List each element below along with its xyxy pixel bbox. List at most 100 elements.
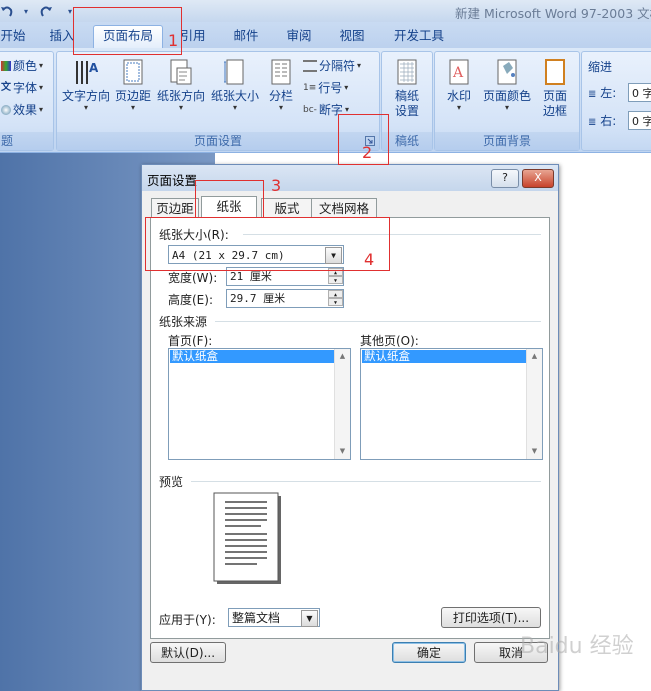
annotation-box-1 — [73, 7, 182, 55]
dropdown-icon[interactable]: ▾ — [18, 3, 34, 19]
paper-size-button[interactable]: 纸张大小 ▾ — [209, 58, 261, 112]
colors-icon — [1, 61, 11, 71]
quick-access-toolbar: ▾ ▾ — [0, 2, 78, 20]
divider — [191, 481, 541, 482]
tab-review[interactable]: 审阅 — [281, 26, 317, 48]
theme-colors-button[interactable]: 颜色 ▾ — [1, 56, 43, 76]
tab-margins[interactable]: 页边距 — [151, 198, 199, 218]
indent-left-icon: ≣ — [588, 89, 597, 100]
annotation-box-3 — [195, 180, 264, 218]
margins-icon — [123, 59, 143, 85]
page-color-icon — [497, 59, 517, 85]
orientation-button[interactable]: 纸张方向 ▾ — [155, 58, 207, 112]
theme-fonts-button[interactable]: 文 字体 ▾ — [1, 78, 43, 98]
width-label: 宽度(W): — [168, 271, 218, 285]
page-setup-group: A 文字方向 ▾ 页边距 ▾ 纸张方向 ▾ 纸张大小 ▾ 分栏 ▾ 分隔符▾ — [56, 51, 380, 151]
height-label: 高度(E): — [168, 293, 213, 307]
ok-button[interactable]: 确定 — [392, 642, 466, 663]
height-spinner[interactable]: ▲ ▼ — [328, 290, 343, 307]
orientation-icon — [170, 59, 192, 85]
help-button[interactable]: ? — [491, 169, 519, 188]
theme-effects-button[interactable]: 效果 ▾ — [1, 100, 43, 120]
tab-developer[interactable]: 开发工具 — [388, 26, 450, 48]
tab-view[interactable]: 视图 — [334, 26, 370, 48]
annotation-number-1: 1 — [168, 31, 179, 50]
redo-icon[interactable] — [38, 3, 54, 19]
manuscript-icon — [397, 59, 417, 85]
margins-button[interactable]: 页边距 ▾ — [113, 58, 153, 112]
apply-to-label: 应用于(Y): — [159, 613, 216, 627]
chevron-down-icon[interactable]: ▼ — [301, 610, 318, 627]
annotation-number-4: 4 — [364, 250, 375, 269]
line-numbers-icon: 1≡ — [303, 83, 317, 93]
first-page-label: 首页(F): — [168, 334, 213, 348]
effects-icon — [1, 105, 11, 115]
paper-tab-panel: 纸张大小(R): A4 (21 x 29.7 cm) ▼ 宽度(W): 21 厘… — [150, 217, 550, 639]
text-direction-button[interactable]: A 文字方向 ▾ — [60, 58, 112, 112]
tab-mailings[interactable]: 邮件 — [228, 26, 264, 48]
indent-label: 缩进 — [588, 60, 613, 74]
group-label: 页面背景 — [435, 132, 579, 150]
manuscript-settings-button[interactable]: 稿纸 设置 — [385, 58, 429, 119]
annotation-box-4 — [145, 217, 390, 271]
window-title: 新建 Microsoft Word 97-2003 文档 — [455, 6, 651, 21]
close-icon: X — [534, 171, 542, 184]
other-pages-list[interactable]: 默认纸盒 ▲ ▼ — [360, 348, 543, 460]
indent-right-icon: ≣ — [588, 117, 597, 128]
group-label: 稿纸 — [382, 132, 432, 150]
text-direction-icon: A — [76, 61, 99, 84]
annotation-number-2: 2 — [362, 143, 373, 162]
divider — [215, 321, 541, 322]
indent-right-label: ≣ 右: — [588, 114, 617, 128]
default-button[interactable]: 默认(D)... — [150, 642, 226, 663]
tab-layout[interactable]: 版式 — [261, 198, 313, 218]
paper-size-icon — [224, 59, 244, 85]
hyphenation-icon: bc- — [303, 105, 317, 115]
list-item[interactable]: 默认纸盒 — [362, 350, 526, 363]
apply-to-select[interactable]: 整篇文档 ▼ — [228, 608, 320, 627]
watermark: Baidu 经验 — [520, 634, 634, 659]
svg-text:A: A — [89, 61, 98, 75]
watermark-button[interactable]: A 水印 ▾ — [439, 58, 479, 112]
close-button[interactable]: X — [522, 169, 554, 188]
breaks-button[interactable]: 分隔符 ▾ — [303, 56, 361, 76]
ribbon: 颜色▾ 文 字体▾ 效果▾ 题 A 文字方向 ▾ 页边距 ▾ 纸张方向 ▾ — [0, 48, 651, 153]
scroll-down-icon[interactable]: ▼ — [527, 444, 542, 459]
scroll-up-icon[interactable]: ▲ — [527, 349, 542, 364]
svg-text:A: A — [452, 65, 464, 81]
list-item[interactable]: 默认纸盒 — [170, 350, 334, 363]
line-numbers-button[interactable]: 1≡ 行号 ▾ — [303, 78, 348, 98]
preview-label: 预览 — [159, 475, 184, 489]
page-preview-icon — [213, 492, 281, 584]
scrollbar[interactable]: ▲ ▼ — [334, 349, 350, 459]
scroll-down-icon[interactable]: ▼ — [335, 444, 350, 459]
tab-document-grid[interactable]: 文档网格 — [311, 198, 377, 218]
page-background-group: A 水印 ▾ 页面颜色 ▾ 页面 边框 页面背景 — [434, 51, 580, 151]
first-page-list[interactable]: 默认纸盒 ▲ ▼ — [168, 348, 351, 460]
group-label: 页面设置 — [57, 132, 379, 150]
print-options-button[interactable]: 打印选项(T)... — [441, 607, 541, 628]
indent-left-input[interactable]: 0 字 — [628, 83, 651, 102]
dialog-title: 页面设置 — [147, 173, 198, 188]
columns-button[interactable]: 分栏 ▾ — [265, 58, 297, 112]
annotation-number-3: 3 — [271, 176, 282, 195]
page-color-button[interactable]: 页面颜色 ▾ — [481, 58, 533, 112]
scrollbar[interactable]: ▲ ▼ — [526, 349, 542, 459]
paragraph-group: 缩进 ≣ 左: 0 字 ≣ 右: 0 字 — [581, 51, 651, 151]
breaks-icon — [303, 60, 317, 72]
themes-group: 颜色 ▾ 文 字体 ▾ 效果 ▾ 题 — [0, 51, 54, 151]
undo-icon[interactable] — [0, 3, 14, 19]
page-borders-icon — [545, 59, 565, 85]
watermark-icon: A — [449, 59, 469, 85]
columns-icon — [271, 59, 291, 85]
indent-right-input[interactable]: 0 字 — [628, 111, 651, 130]
paper-source-label: 纸张来源 — [159, 315, 208, 329]
group-label: 题 — [0, 132, 53, 150]
other-pages-label: 其他页(O): — [360, 334, 419, 348]
tab-home[interactable]: 开始 — [0, 26, 26, 48]
indent-left-label: ≣ 左: — [588, 86, 617, 100]
height-input[interactable]: 29.7 厘米 ▲ ▼ — [226, 289, 344, 308]
page-borders-button[interactable]: 页面 边框 — [535, 58, 575, 119]
fonts-icon: 文 — [1, 82, 11, 93]
scroll-up-icon[interactable]: ▲ — [335, 349, 350, 364]
